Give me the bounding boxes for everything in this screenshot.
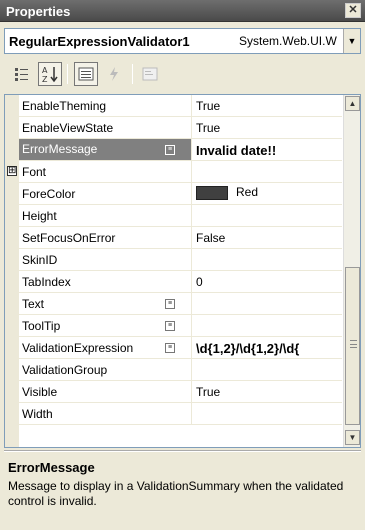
property-pages-icon [142, 67, 158, 81]
property-name: ToolTip [22, 319, 61, 333]
close-button[interactable]: ✕ [345, 3, 361, 18]
toolbar-separator [67, 64, 68, 84]
property-row-tooltip[interactable]: ToolTip ≡ [5, 315, 342, 337]
ellipsis-icon[interactable]: ≡ [165, 321, 175, 331]
property-row-tabindex[interactable]: TabIndex 0 [5, 271, 342, 293]
property-row-height[interactable]: Height [5, 205, 342, 227]
property-name: TabIndex [22, 275, 71, 289]
property-row-errormessage[interactable]: ErrorMessage ≡ Invalid date!! [5, 139, 342, 161]
property-value[interactable]: True [196, 121, 220, 135]
property-pages-button[interactable] [138, 62, 162, 86]
toolbar: A Z [10, 60, 360, 90]
description-splitter[interactable] [4, 450, 361, 452]
property-name: Height [22, 209, 57, 223]
svg-text:Z: Z [42, 75, 48, 83]
property-name: SkinID [22, 253, 58, 267]
property-value[interactable]: True [196, 385, 220, 399]
properties-icon [78, 67, 94, 81]
toolbar-separator [132, 64, 133, 84]
description-title: ErrorMessage [8, 460, 95, 475]
alphabetical-button[interactable]: A Z [38, 62, 62, 86]
property-row-width[interactable]: Width [5, 403, 342, 425]
ellipsis-icon[interactable]: ≡ [165, 145, 175, 155]
ellipsis-icon[interactable]: ≡ [165, 343, 175, 353]
properties-button[interactable] [74, 62, 98, 86]
property-name: EnableViewState [22, 121, 114, 135]
property-row-font[interactable]: ⊞ Font [5, 161, 342, 183]
property-name: Font [22, 165, 47, 179]
scroll-up-button[interactable]: ▲ [345, 96, 360, 111]
property-row-skinid[interactable]: SkinID [5, 249, 342, 271]
scroll-thumb[interactable] [345, 267, 360, 425]
color-swatch [196, 185, 228, 200]
expand-icon[interactable]: ⊞ [7, 166, 17, 176]
scroll-down-button[interactable]: ▼ [345, 430, 360, 445]
property-name: SetFocusOnError [22, 231, 116, 245]
property-row-validationexpression[interactable]: ValidationExpression ≡ \d{1,2}/\d{1,2}/\… [5, 337, 342, 359]
property-row-forecolor[interactable]: ForeColor Red [5, 183, 342, 205]
selected-object-name: RegularExpressionValidator1 [9, 34, 190, 49]
selected-object-type: System.Web.UI.W [239, 34, 337, 48]
window-title: Properties [6, 4, 71, 19]
object-selector[interactable]: RegularExpressionValidator1 System.Web.U… [4, 28, 361, 54]
property-name: ValidationGroup [22, 363, 108, 377]
chevron-down-icon[interactable]: ▼ [343, 29, 360, 53]
property-row-text[interactable]: Text ≡ [5, 293, 342, 315]
property-value[interactable]: 0 [196, 275, 203, 289]
property-row-validationgroup[interactable]: ValidationGroup [5, 359, 342, 381]
property-value[interactable]: Invalid date!! [196, 143, 276, 158]
ellipsis-icon[interactable]: ≡ [165, 299, 175, 309]
property-value-color[interactable]: Red [196, 185, 258, 200]
categorized-icon [15, 68, 28, 81]
property-row-setfocusonerror[interactable]: SetFocusOnError False [5, 227, 342, 249]
sort-az-icon: A Z [42, 66, 58, 84]
property-row-enabletheming[interactable]: EnableTheming True [5, 95, 342, 117]
property-value[interactable]: False [196, 231, 225, 245]
categorized-button[interactable] [10, 62, 34, 86]
events-button[interactable] [102, 62, 126, 86]
property-value[interactable]: \d{1,2}/\d{1,2}/\d{ [196, 341, 299, 356]
vertical-scrollbar[interactable]: ▲ ▼ [343, 95, 360, 447]
svg-text:A: A [42, 66, 48, 75]
title-bar: Properties ✕ [0, 0, 365, 22]
property-value[interactable]: True [196, 99, 220, 113]
description-pane: ErrorMessage Message to display in a Val… [4, 456, 361, 526]
property-name: Text [22, 297, 45, 311]
property-name: EnableTheming [22, 99, 107, 113]
property-grid: EnableTheming True EnableViewState True … [4, 94, 361, 448]
lightning-icon [110, 67, 118, 81]
property-name: ForeColor [22, 187, 76, 201]
color-name: Red [236, 185, 259, 199]
property-name: Width [22, 407, 53, 421]
grip-icon [350, 340, 357, 348]
property-name: Visible [22, 385, 58, 399]
properties-panel: Properties ✕ RegularExpressionValidator1… [0, 0, 365, 530]
property-row-visible[interactable]: Visible True [5, 381, 342, 403]
property-row-enableviewstate[interactable]: EnableViewState True [5, 117, 342, 139]
description-text: Message to display in a ValidationSummar… [8, 479, 344, 508]
property-name: ValidationExpression [22, 341, 134, 355]
